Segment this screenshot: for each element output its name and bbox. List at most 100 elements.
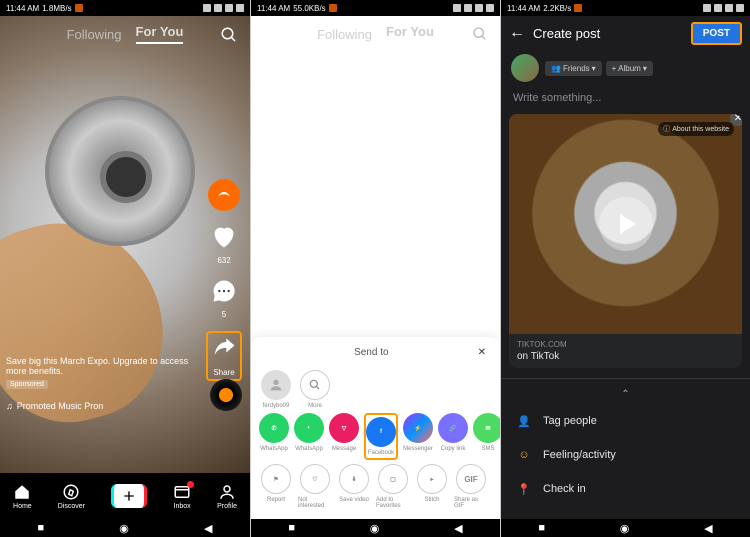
search-icon[interactable] (220, 26, 238, 47)
comment-count: 5 (210, 310, 238, 319)
tab-following[interactable]: Following (67, 27, 122, 42)
nav-inbox[interactable]: Inbox (173, 483, 191, 510)
tag-icon: 👤 (515, 412, 533, 430)
status-bar: 11:44 AM 55.0KB/s (251, 0, 500, 16)
alibaba-icon[interactable] (208, 179, 240, 211)
download-icon: ⬇ (339, 464, 369, 494)
clock: 11:44 AM (257, 4, 290, 13)
heart-broken-icon: ♡ (300, 464, 330, 494)
bluetooth-icon (453, 4, 461, 12)
option-checkin[interactable]: 📍 Check in (501, 472, 750, 506)
music-note-icon: ♫ (6, 401, 13, 411)
expand-options-icon[interactable]: ⌃ (501, 389, 750, 400)
recent-apps-icon[interactable]: ■ (288, 522, 295, 534)
post-button[interactable]: POST (691, 22, 742, 45)
create-button[interactable] (111, 484, 147, 508)
home-icon[interactable]: ◉ (119, 522, 129, 535)
tab-for-you[interactable]: For You (386, 24, 434, 44)
app-indicator-icon (75, 4, 83, 12)
page-title: Create post (533, 26, 600, 41)
home-icon[interactable]: ◉ (620, 522, 630, 535)
avatar[interactable] (511, 54, 539, 82)
feed-background: Following For You Send to ✕ ferdybo09 (251, 16, 500, 519)
link-preview[interactable]: ⓘAbout this website ✕ TIKTOK.COM on TikT… (509, 114, 742, 368)
share-copylink[interactable]: 🔗Copy link (438, 413, 468, 460)
battery-icon (486, 4, 494, 12)
share-sms[interactable]: ✉SMS (473, 413, 500, 460)
tab-following[interactable]: Following (317, 27, 372, 42)
friends-icon: 👥 (551, 64, 561, 73)
signal-icon (214, 4, 222, 12)
share-more[interactable]: More (298, 370, 332, 409)
nav-discover[interactable]: Discover (58, 483, 85, 510)
android-nav: ■ ◉ ◀ (251, 519, 500, 537)
share-message[interactable]: ▽Message (329, 413, 359, 460)
share-stitch[interactable]: ▸Stitch (415, 464, 449, 509)
play-icon[interactable] (599, 197, 653, 251)
search-icon (300, 370, 330, 400)
message-icon: ▽ (329, 413, 359, 443)
flag-icon: ⚑ (261, 464, 291, 494)
option-tag-people[interactable]: 👤 Tag people (501, 404, 750, 438)
music-info[interactable]: ♫ Promoted Music Pron (6, 401, 103, 411)
back-arrow-icon[interactable]: ← (509, 24, 525, 42)
share-messenger[interactable]: ⚡Messenger (403, 413, 433, 460)
facebook-icon: f (366, 417, 396, 447)
like-button[interactable]: 632 (210, 223, 238, 265)
share-button[interactable]: Share (206, 331, 242, 381)
back-icon[interactable]: ◀ (704, 522, 712, 535)
whatsapp-icon: ◐ (294, 413, 324, 443)
comment-button[interactable]: 5 (210, 277, 238, 319)
sponsored-badge: Sponsored (6, 380, 48, 389)
nav-profile[interactable]: Profile (217, 483, 237, 510)
wifi-icon (475, 4, 483, 12)
user-row: 👥Friends ▾ + Album ▾ (501, 50, 750, 86)
audience-chip[interactable]: 👥Friends ▾ (545, 61, 602, 76)
recent-apps-icon[interactable]: ■ (38, 522, 45, 534)
back-icon[interactable]: ◀ (454, 522, 462, 535)
recent-apps-icon[interactable]: ■ (538, 522, 545, 534)
net-speed: 55.0KB/s (293, 4, 325, 13)
share-save[interactable]: ⬇Save video (337, 464, 371, 509)
preview-image: ⓘAbout this website (509, 114, 742, 334)
option-feeling[interactable]: ☺ Feeling/activity (501, 438, 750, 472)
clock: 11:44 AM (507, 4, 540, 13)
promo-text: Save big this March Expo. Upgrade to acc… (6, 356, 190, 389)
home-icon[interactable]: ◉ (370, 522, 380, 535)
link-icon: 🔗 (438, 413, 468, 443)
share-whatsapp-status[interactable]: ◐WhatsApp (294, 413, 324, 460)
post-text-input[interactable]: Write something... (501, 86, 750, 110)
nav-home[interactable]: Home (13, 483, 32, 510)
music-disc-icon[interactable] (210, 379, 242, 411)
feed-tabs: Following For You (251, 16, 500, 52)
divider (501, 378, 750, 379)
search-icon[interactable] (472, 26, 488, 45)
back-icon[interactable]: ◀ (204, 522, 212, 535)
close-icon[interactable]: ✕ (478, 347, 486, 358)
album-chip[interactable]: + Album ▾ (606, 61, 653, 76)
stitch-icon: ▸ (417, 464, 447, 494)
bottom-nav: Home Discover Inbox Profile (0, 473, 250, 519)
share-report[interactable]: ⚑Report (259, 464, 293, 509)
share-not-interested[interactable]: ♡Not interested (298, 464, 332, 509)
clock: 11:44 AM (6, 4, 39, 13)
share-favorite[interactable]: ▢Add to Favorites (376, 464, 410, 509)
status-bar: 11:44 AM 1.8MB/s (0, 0, 250, 16)
tab-for-you[interactable]: For You (136, 24, 184, 44)
android-nav: ■ ◉ ◀ (501, 519, 750, 537)
preview-title: on TikTok (517, 351, 734, 362)
android-nav: ■ ◉ ◀ (0, 519, 250, 537)
share-facebook[interactable]: fFacebook (364, 413, 398, 460)
share-label: Share (210, 368, 238, 377)
preview-meta: TIKTOK.COM on TikTok (509, 334, 742, 368)
location-icon: 📍 (515, 480, 533, 498)
video-content-disc (45, 96, 195, 246)
battery-icon (236, 4, 244, 12)
signal-icon (714, 4, 722, 12)
video-feed[interactable]: Following For You 632 5 (0, 16, 250, 481)
share-whatsapp[interactable]: ✆WhatsApp (259, 413, 289, 460)
about-website-pill[interactable]: ⓘAbout this website (658, 122, 734, 136)
preview-domain: TIKTOK.COM (517, 340, 734, 349)
share-contact[interactable]: ferdybo09 (259, 370, 293, 409)
share-gif[interactable]: GIFShare as GIF (454, 464, 488, 509)
